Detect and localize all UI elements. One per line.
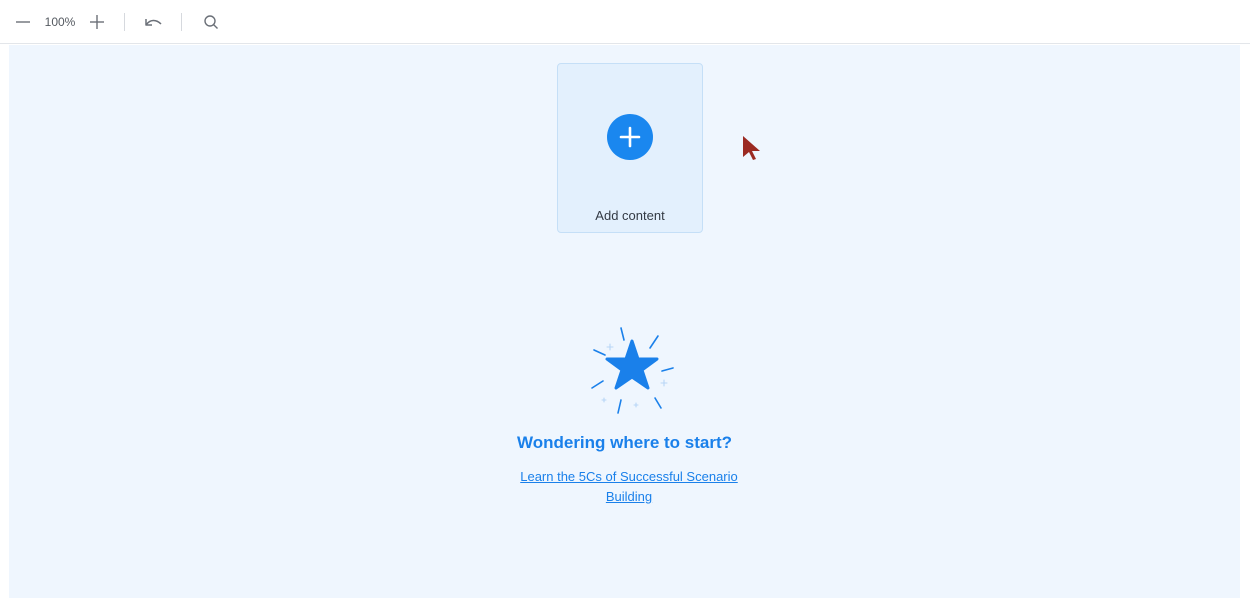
plus-icon	[90, 15, 104, 29]
zoom-level: 100%	[44, 15, 76, 29]
search-icon	[204, 15, 218, 29]
toolbar-divider	[181, 13, 182, 31]
undo-button[interactable]	[136, 0, 170, 44]
toolbar-divider	[124, 13, 125, 31]
add-content-card[interactable]: Add content	[557, 63, 703, 233]
add-content-label: Add content	[595, 208, 665, 223]
minus-icon	[16, 21, 30, 23]
canvas-toolbar: 100%	[0, 0, 1250, 44]
zoom-out-button[interactable]	[10, 0, 36, 44]
learn-5cs-link[interactable]: Learn the 5Cs of Successful Scenario Bui…	[499, 467, 759, 507]
zoom-in-button[interactable]	[84, 0, 110, 44]
empty-state-headline: Wondering where to start?	[516, 433, 733, 452]
mouse-cursor-icon	[743, 136, 760, 160]
plus-circle-icon	[607, 114, 653, 160]
undo-icon	[145, 19, 162, 26]
scenario-canvas[interactable]: Add content Wondering where to start? Le…	[9, 45, 1240, 598]
sparkle-star-icon	[591, 327, 674, 414]
search-button[interactable]	[195, 0, 227, 44]
